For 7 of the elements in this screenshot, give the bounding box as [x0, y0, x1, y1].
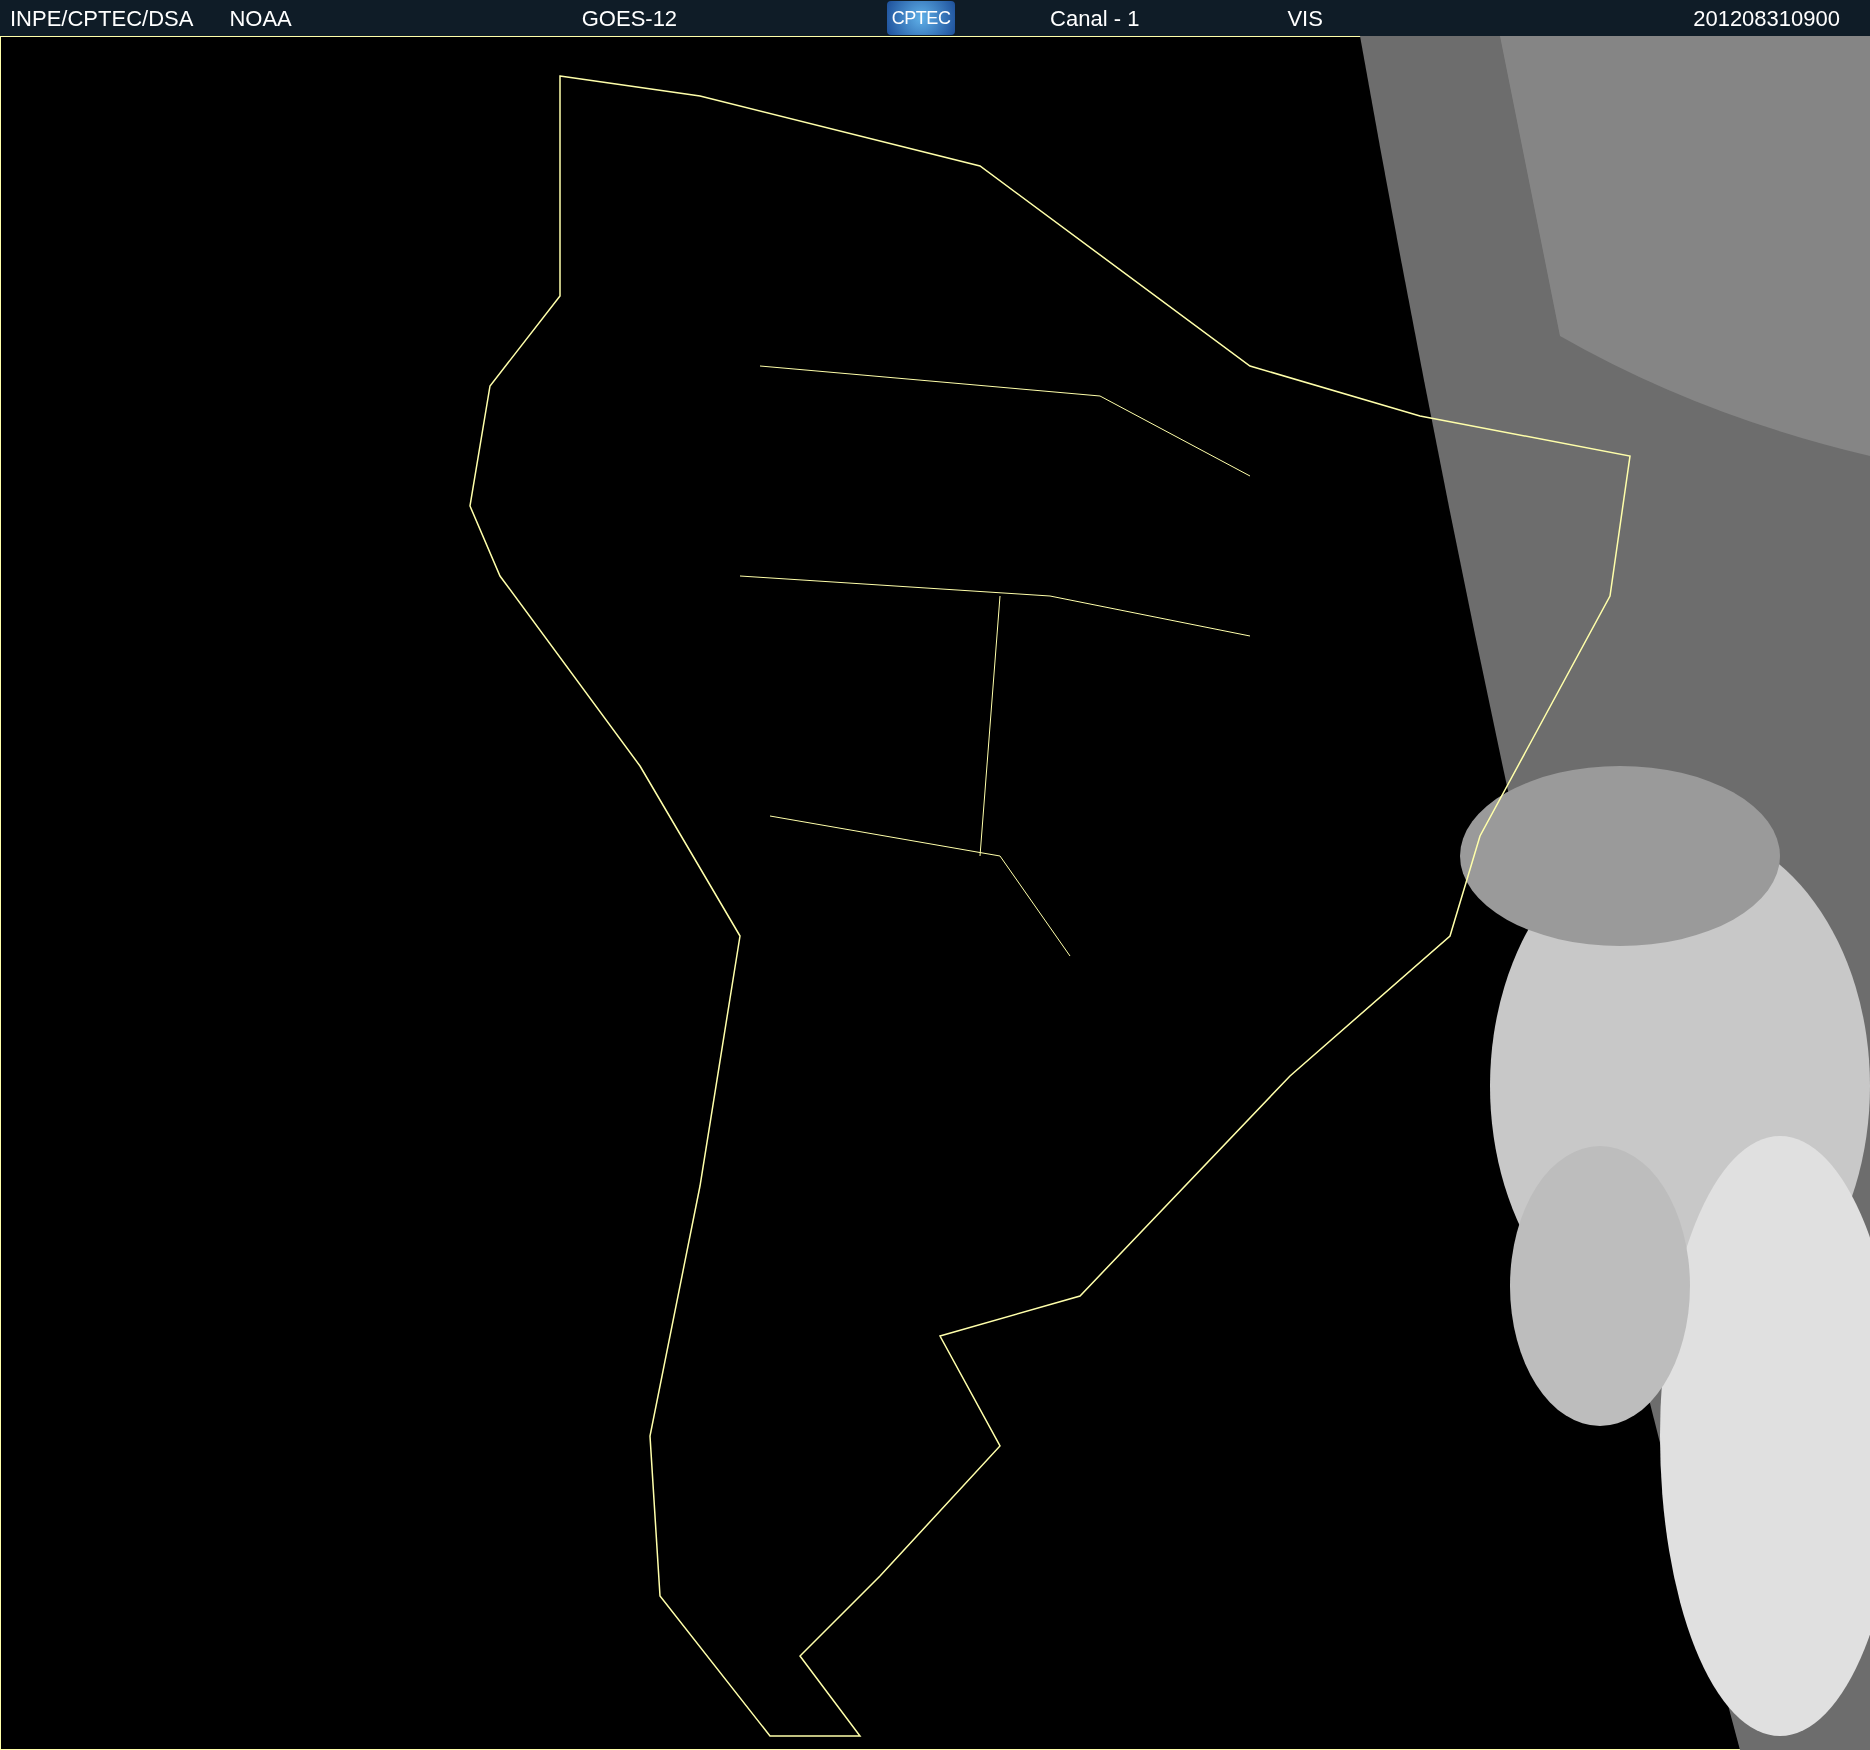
- agency-label: NOAA: [229, 4, 292, 33]
- band-label: VIS: [1287, 4, 1323, 33]
- agency-label: INPE/CPTEC/DSA: [10, 4, 194, 33]
- channel-label: Canal - 1: [1050, 4, 1140, 33]
- satellite-label: GOES-12: [581, 4, 678, 33]
- logo-text: CPTEC: [891, 6, 951, 30]
- timestamp-label: 201208310900: [1693, 4, 1840, 33]
